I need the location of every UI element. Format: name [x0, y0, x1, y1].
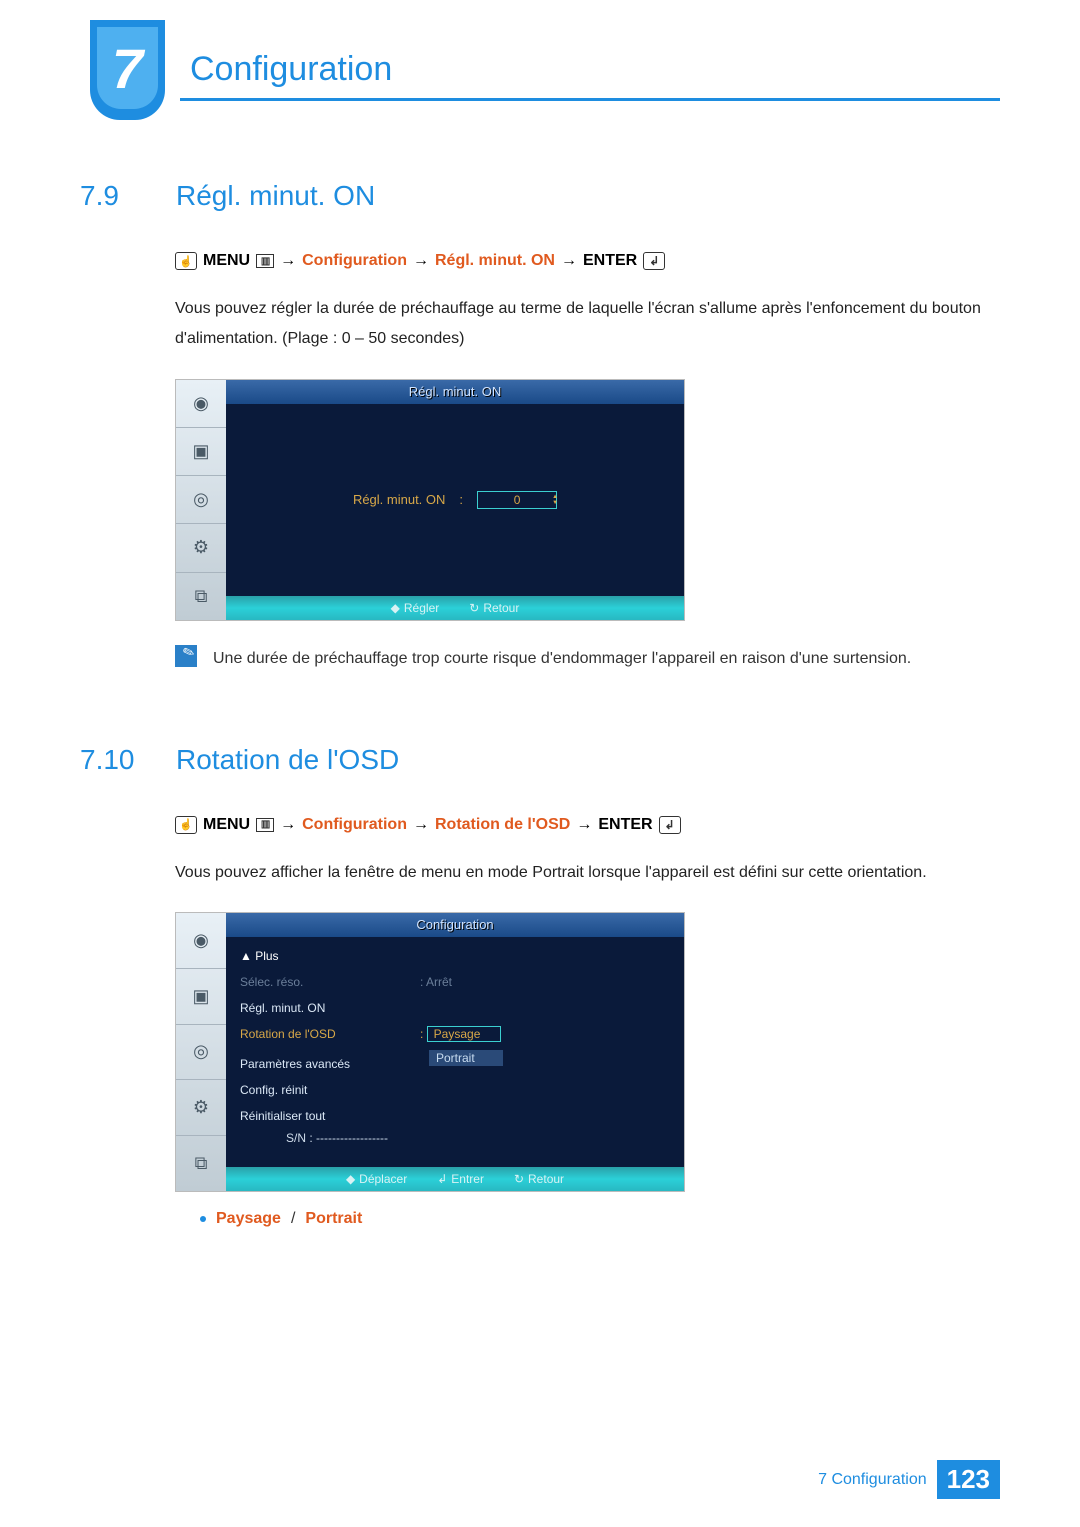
osd-foot-return: ↻ Retour	[469, 601, 519, 615]
chapter-title-separator	[180, 98, 1000, 101]
menu-grid-icon: ▥	[256, 818, 274, 832]
osd-foot-enter: ↲ Entrer	[437, 1172, 484, 1186]
osd-item-reinit-tout: Réinitialiser tout	[234, 1103, 676, 1129]
path-enter: ENTER	[583, 252, 637, 270]
sidebar-icon-multi: ⧉	[176, 572, 226, 620]
sidebar-icon-picture: ▣	[176, 427, 226, 475]
updown-icon: ◆	[346, 1172, 355, 1186]
sidebar-icon-sound: ◎	[176, 1024, 226, 1080]
sidebar-icon-picture: ▣	[176, 968, 226, 1024]
option-portrait: Portrait	[305, 1210, 362, 1228]
bullet-icon	[200, 1216, 206, 1222]
path-enter: ENTER	[598, 816, 652, 834]
option-separator: /	[291, 1210, 295, 1228]
osd-content: Régl. minut. ON : 0 ▲▼	[226, 404, 684, 596]
options-bullet: Paysage / Portrait	[200, 1210, 1000, 1228]
osd-screenshot-1: ◉ ▣ ◎ ⚙ ⧉ Régl. minut. ON Régl. minut. O…	[175, 379, 685, 621]
section-number: 7.10	[80, 744, 158, 776]
osd-footer: ◆ Régler ↻ Retour	[226, 596, 684, 620]
osd-main-panel: Régl. minut. ON Régl. minut. ON : 0 ▲▼ ◆…	[226, 380, 684, 620]
path-menu: MENU	[203, 252, 250, 270]
sidebar-icon-sound: ◎	[176, 475, 226, 523]
arrow-icon: →	[576, 816, 592, 834]
hand-icon: ☝	[175, 816, 197, 834]
osd-option-alt: Portrait	[429, 1050, 503, 1066]
sidebar-icon-multi: ⧉	[176, 1135, 226, 1191]
option-paysage: Paysage	[216, 1210, 281, 1228]
osd-title: Configuration	[226, 913, 684, 937]
path-seg-2: Rotation de l'OSD	[435, 816, 570, 834]
menu-grid-icon: ▥	[256, 254, 274, 268]
section-7-10-heading: 7.10 Rotation de l'OSD	[80, 744, 1000, 776]
osd-screenshot-2: ◉ ▣ ◎ ⚙ ⧉ Configuration ▲ Plus Sélec. ré…	[175, 912, 685, 1192]
page-footer: 7 Configuration 123	[818, 1460, 1000, 1499]
section-title: Rotation de l'OSD	[176, 744, 399, 776]
return-icon: ↻	[514, 1172, 524, 1186]
osd-sidebar: ◉ ▣ ◎ ⚙ ⧉	[176, 380, 226, 620]
osd-value-text: 0	[514, 493, 521, 507]
chapter-tab: 7 Configuration	[80, 20, 1000, 120]
section-number: 7.9	[80, 180, 158, 212]
osd-colon: :	[459, 492, 463, 507]
osd-foot-move: ◆ Déplacer	[346, 1172, 407, 1186]
osd-field-label: Régl. minut. ON	[353, 492, 445, 507]
path-seg-1: Configuration	[302, 252, 407, 270]
sidebar-icon-setup: ⚙	[176, 523, 226, 571]
osd-rotation-alt-value: Portrait	[420, 1049, 676, 1066]
osd-item-config-reinit: Config. réinit	[234, 1077, 676, 1103]
arrow-icon: →	[280, 252, 296, 270]
enter-icon: ↲	[643, 252, 665, 270]
hand-icon: ☝	[175, 252, 197, 270]
arrow-icon: →	[413, 252, 429, 270]
chapter-title: Configuration	[190, 50, 392, 89]
osd-foot-return: ↻ Retour	[514, 1172, 564, 1186]
menu-path-2: ☝ MENU ▥ → Configuration → Rotation de l…	[175, 816, 1000, 834]
osd-foot-adjust: ◆ Régler	[391, 601, 440, 615]
osd-option-selected: Paysage	[427, 1026, 501, 1042]
osd-main-panel: Configuration ▲ Plus Sélec. réso. : Arrê…	[226, 913, 684, 1191]
section-1-body: Vous pouvez régler la durée de préchauff…	[175, 294, 1000, 355]
sidebar-icon-setup: ⚙	[176, 1079, 226, 1135]
path-seg-2: Régl. minut. ON	[435, 252, 555, 270]
return-icon: ↻	[469, 601, 479, 615]
note-text: Une durée de préchauffage trop courte ri…	[213, 645, 911, 674]
arrow-icon: →	[413, 816, 429, 834]
note-row: ✎ Une durée de préchauffage trop courte …	[175, 645, 1000, 674]
spinner-arrows-icon: ▲▼	[552, 494, 558, 506]
section-2-body: Vous pouvez afficher la fenêtre de menu …	[175, 858, 1000, 888]
path-menu: MENU	[203, 816, 250, 834]
section-title: Régl. minut. ON	[176, 180, 375, 212]
osd-field-value: 0 ▲▼	[477, 491, 557, 509]
enter-icon: ↲	[437, 1172, 447, 1186]
osd-footer: ◆ Déplacer ↲ Entrer ↻ Retour	[226, 1167, 684, 1191]
footer-page-number: 123	[937, 1460, 1000, 1499]
arrow-icon: →	[561, 252, 577, 270]
osd-rotation-value: : Paysage	[420, 1026, 676, 1042]
chapter-number: 7	[112, 36, 143, 101]
osd-menu-list: ▲ Plus Sélec. réso. : Arrêt Régl. minut.…	[234, 937, 676, 1167]
osd-serial-number: S/N : ------------------	[234, 1131, 676, 1145]
footer-chapter-label: 7 Configuration	[818, 1471, 927, 1489]
path-seg-1: Configuration	[302, 816, 407, 834]
sidebar-icon-camera: ◉	[176, 380, 226, 427]
osd-item-rotation: Rotation de l'OSD : Paysage	[234, 1021, 676, 1047]
osd-item-selec-reso: Sélec. réso. : Arrêt	[234, 969, 676, 995]
enter-icon: ↲	[659, 816, 681, 834]
menu-path-1: ☝ MENU ▥ → Configuration → Régl. minut. …	[175, 252, 1000, 270]
arrow-icon: →	[280, 816, 296, 834]
tab-inner: 7	[97, 27, 158, 109]
osd-title: Régl. minut. ON	[226, 380, 684, 404]
sidebar-icon-camera: ◉	[176, 913, 226, 968]
note-icon: ✎	[175, 645, 197, 667]
osd-plus-row: ▲ Plus	[234, 943, 676, 969]
pencil-icon: ✎	[179, 638, 199, 666]
osd-sidebar: ◉ ▣ ◎ ⚙ ⧉	[176, 913, 226, 1191]
section-7-9-heading: 7.9 Régl. minut. ON	[80, 180, 1000, 212]
osd-item-regl-minut: Régl. minut. ON	[234, 995, 676, 1021]
updown-icon: ◆	[391, 601, 400, 615]
